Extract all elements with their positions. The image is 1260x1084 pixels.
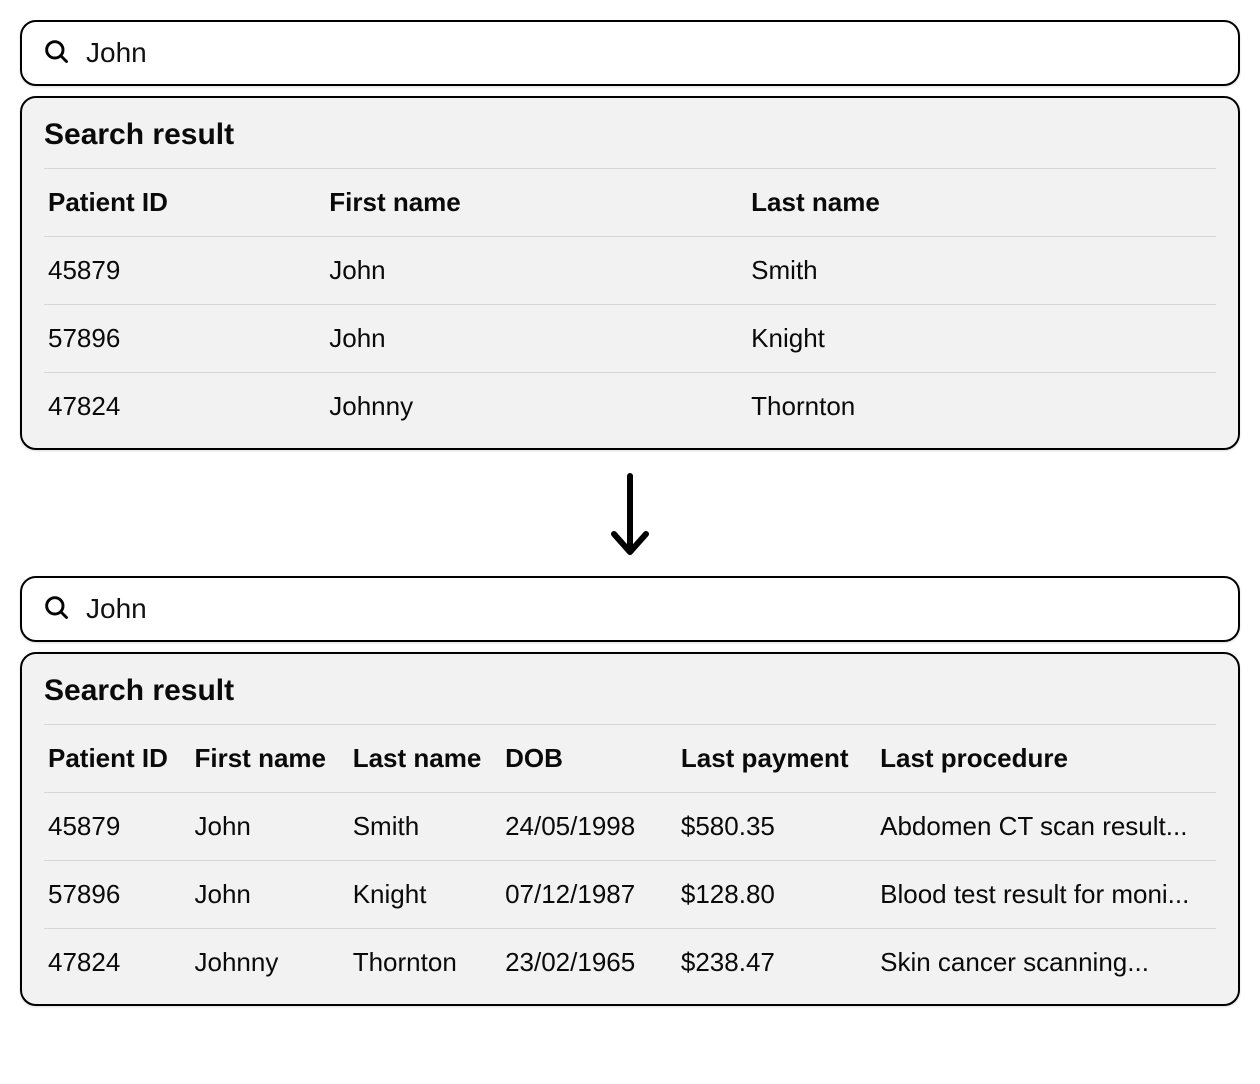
results-table: Patient ID First name Last name 45879 Jo… xyxy=(44,169,1216,440)
table-row[interactable]: 47824 Johnny Thornton 23/02/1965 $238.47… xyxy=(44,929,1216,997)
col-first-name: First name xyxy=(191,725,349,793)
cell-last-name: Knight xyxy=(747,305,1216,373)
cell-last-name: Smith xyxy=(349,793,501,861)
search-results-panel: Search result Patient ID First name Last… xyxy=(20,652,1240,1006)
table-row[interactable]: 57896 John Knight 07/12/1987 $128.80 Blo… xyxy=(44,861,1216,929)
cell-first-name: John xyxy=(191,861,349,929)
col-dob: DOB xyxy=(501,725,677,793)
col-patient-id: Patient ID xyxy=(44,725,191,793)
search-results-title: Search result xyxy=(44,668,1216,725)
cell-first-name: John xyxy=(325,305,747,373)
search-icon xyxy=(42,593,70,626)
col-last-name: Last name xyxy=(747,169,1216,237)
cell-patient-id: 47824 xyxy=(44,929,191,997)
cell-first-name: Johnny xyxy=(191,929,349,997)
cell-dob: 07/12/1987 xyxy=(501,861,677,929)
col-last-name: Last name xyxy=(349,725,501,793)
cell-first-name: John xyxy=(191,793,349,861)
col-last-payment: Last payment xyxy=(677,725,876,793)
example-detailed: Search result Patient ID First name Last… xyxy=(20,576,1240,1006)
search-input[interactable] xyxy=(84,36,1218,70)
search-input[interactable] xyxy=(84,592,1218,626)
table-row[interactable]: 47824 Johnny Thornton xyxy=(44,373,1216,441)
cell-patient-id: 57896 xyxy=(44,305,325,373)
table-header-row: Patient ID First name Last name xyxy=(44,169,1216,237)
arrow-down-icon xyxy=(20,472,1240,558)
table-header-row: Patient ID First name Last name DOB Last… xyxy=(44,725,1216,793)
search-box[interactable] xyxy=(20,20,1240,86)
cell-dob: 24/05/1998 xyxy=(501,793,677,861)
col-last-procedure: Last procedure xyxy=(876,725,1216,793)
col-patient-id: Patient ID xyxy=(44,169,325,237)
cell-last-payment: $580.35 xyxy=(677,793,876,861)
search-results-title: Search result xyxy=(44,112,1216,169)
cell-first-name: Johnny xyxy=(325,373,747,441)
cell-patient-id: 45879 xyxy=(44,237,325,305)
cell-last-procedure: Skin cancer scanning... xyxy=(876,929,1216,997)
results-table: Patient ID First name Last name DOB Last… xyxy=(44,725,1216,996)
cell-last-name: Thornton xyxy=(747,373,1216,441)
table-row[interactable]: 57896 John Knight xyxy=(44,305,1216,373)
cell-last-payment: $238.47 xyxy=(677,929,876,997)
table-row[interactable]: 45879 John Smith 24/05/1998 $580.35 Abdo… xyxy=(44,793,1216,861)
cell-patient-id: 45879 xyxy=(44,793,191,861)
cell-patient-id: 57896 xyxy=(44,861,191,929)
cell-dob: 23/02/1965 xyxy=(501,929,677,997)
example-simple: Search result Patient ID First name Last… xyxy=(20,20,1240,450)
table-row[interactable]: 45879 John Smith xyxy=(44,237,1216,305)
cell-last-name: Smith xyxy=(747,237,1216,305)
search-icon xyxy=(42,37,70,70)
cell-last-name: Knight xyxy=(349,861,501,929)
cell-last-procedure: Blood test result for moni... xyxy=(876,861,1216,929)
cell-first-name: John xyxy=(325,237,747,305)
cell-patient-id: 47824 xyxy=(44,373,325,441)
col-first-name: First name xyxy=(325,169,747,237)
cell-last-procedure: Abdomen CT scan result... xyxy=(876,793,1216,861)
cell-last-payment: $128.80 xyxy=(677,861,876,929)
search-results-panel: Search result Patient ID First name Last… xyxy=(20,96,1240,450)
cell-last-name: Thornton xyxy=(349,929,501,997)
search-box[interactable] xyxy=(20,576,1240,642)
